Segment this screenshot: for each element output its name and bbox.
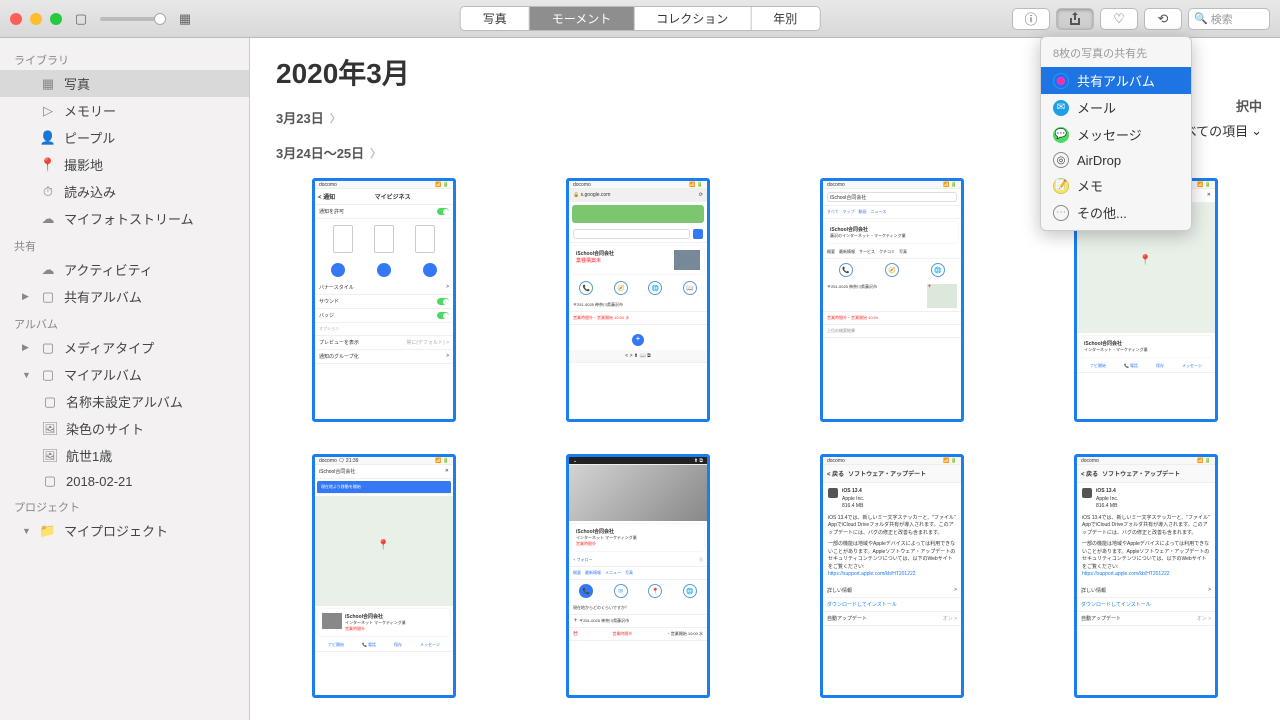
seg-years[interactable]: 年別: [751, 7, 819, 30]
cloud-icon: ☁: [40, 262, 56, 278]
share-item-mail[interactable]: ✉メール: [1041, 94, 1191, 121]
search-input[interactable]: 🔍 検索: [1188, 8, 1270, 30]
window-controls: [10, 13, 62, 25]
sidebar-item-mediatypes[interactable]: ▶▢メディアタイプ: [0, 334, 249, 361]
search-placeholder: 検索: [1211, 11, 1233, 27]
photo-thumbnail[interactable]: docomo📶 🔋 < 戻るソフトウェア・アップデート iOS 13.4Appl…: [820, 454, 964, 698]
shared-album-icon: [1053, 73, 1069, 89]
photo-thumbnail[interactable]: docomo📶 🔋 < 通知マイビジネス 通知を許可 バナースタイル> サウンド…: [312, 178, 456, 422]
notes-icon: 📝: [1053, 178, 1069, 194]
photo-thumbnail[interactable]: docomo 🗨 21:39📶 🔋 iSchool合同会社✕ 現在地より移動を開…: [312, 454, 456, 698]
photo-thumbnail[interactable]: docomo📶 🔋 🔒 s.google.com⟳ iSchool合同会社業種構…: [566, 178, 710, 422]
chevron-right-icon: 〉: [370, 145, 381, 161]
sidebar-item-memories[interactable]: ▷メモリー: [0, 97, 249, 124]
sidebar-header-library: ライブラリ: [0, 46, 249, 70]
share-button[interactable]: [1056, 8, 1094, 30]
sidebar-item-kosei[interactable]: 🖼航世1歳: [0, 442, 249, 469]
mail-icon: ✉: [1053, 100, 1069, 116]
sidebar-item-untitled-album[interactable]: ▢名称未設定アルバム: [0, 388, 249, 415]
import-icon: ⏱: [40, 184, 56, 200]
sidebar: ライブラリ ▦写真 ▷メモリー 👤ピープル 📍撮影地 ⏱読み込み ☁マイフォトス…: [0, 38, 250, 720]
popover-title: 8枚の写真の共有先: [1041, 37, 1191, 67]
sidebar-item-import[interactable]: ⏱読み込み: [0, 178, 249, 205]
sidebar-item-activity[interactable]: ☁アクティビティ: [0, 256, 249, 283]
album-icon: ▢: [42, 473, 58, 489]
sidebar-item-people[interactable]: 👤ピープル: [0, 124, 249, 151]
share-item-notes[interactable]: 📝メモ: [1041, 172, 1191, 199]
zoom-grid-icon[interactable]: ▦: [174, 10, 196, 28]
thumb-icon: 🖼: [42, 448, 58, 464]
photo-thumbnail[interactable]: docomo📶 🔋 iSchool合同会社 すべて マップ 動画 ニュース iS…: [820, 178, 964, 422]
chevron-right-icon: 〉: [330, 110, 341, 126]
minimize-button[interactable]: [30, 13, 42, 25]
photo-thumbnail[interactable]: docomo📶 🔋 < 戻るソフトウェア・アップデート iOS 13.4Appl…: [1074, 454, 1218, 698]
close-button[interactable]: [10, 13, 22, 25]
sidebar-toggle-icon[interactable]: ▢: [70, 10, 92, 28]
share-item-airdrop[interactable]: ◎AirDrop: [1041, 148, 1191, 172]
photo-grid: docomo📶 🔋 < 通知マイビジネス 通知を許可 バナースタイル> サウンド…: [276, 170, 1254, 716]
disclosure-triangle-icon[interactable]: ▼: [22, 526, 32, 536]
album-icon: ▢: [40, 367, 56, 383]
sidebar-item-photostream[interactable]: ☁マイフォトストリーム: [0, 205, 249, 232]
sidebar-header-projects: プロジェクト: [0, 493, 249, 517]
album-icon: ▢: [40, 289, 56, 305]
folder-icon: 📁: [40, 523, 56, 539]
people-icon: 👤: [40, 130, 56, 146]
sidebar-header-shared: 共有: [0, 232, 249, 256]
sidebar-item-myprojects[interactable]: ▼📁マイプロジェクト: [0, 517, 249, 544]
photo-thumbnail[interactable]: ⌄⬆ ⧉ iSchool合同会社インターネット マーケティング業営業時間外 + …: [566, 454, 710, 698]
thumb-icon: 🖼: [42, 421, 58, 437]
sidebar-item-dye-site[interactable]: 🖼染色のサイト: [0, 415, 249, 442]
seg-photos[interactable]: 写真: [461, 7, 530, 30]
share-popover: 8枚の写真の共有先 共有アルバム ✉メール 💬メッセージ ◎AirDrop 📝メ…: [1040, 36, 1192, 231]
places-icon: 📍: [40, 157, 56, 173]
rotate-button[interactable]: ⟲: [1144, 8, 1182, 30]
sidebar-item-shared-albums[interactable]: ▶▢共有アルバム: [0, 283, 249, 310]
messages-icon: 💬: [1053, 127, 1069, 143]
sidebar-item-2018-02-21[interactable]: ▢2018-02-21: [0, 469, 249, 493]
fullscreen-button[interactable]: [50, 13, 62, 25]
sidebar-item-places[interactable]: 📍撮影地: [0, 151, 249, 178]
date-header-3[interactable]: 3月28日〉: [276, 716, 1254, 720]
share-item-messages[interactable]: 💬メッセージ: [1041, 121, 1191, 148]
view-segmented-control: 写真 モーメント コレクション 年別: [460, 6, 821, 31]
chevron-down-icon: ⌄: [1251, 123, 1262, 139]
album-icon: ▢: [42, 394, 58, 410]
disclosure-triangle-icon[interactable]: ▶: [22, 291, 32, 302]
cloud-icon: ☁: [40, 211, 56, 227]
seg-collections[interactable]: コレクション: [634, 7, 751, 30]
titlebar: ▢ ▦ 写真 モーメント コレクション 年別 ⓘ ♡ ⟲ 🔍 検索: [0, 0, 1280, 38]
more-icon: ⋯: [1053, 205, 1069, 221]
photos-icon: ▦: [40, 76, 56, 92]
search-icon: 🔍: [1194, 12, 1208, 25]
airdrop-icon: ◎: [1053, 152, 1069, 168]
share-item-other[interactable]: ⋯その他...: [1041, 199, 1191, 226]
memories-icon: ▷: [40, 103, 56, 119]
seg-moments[interactable]: モーメント: [530, 7, 635, 30]
disclosure-triangle-icon[interactable]: ▼: [22, 370, 32, 380]
disclosure-triangle-icon[interactable]: ▶: [22, 342, 32, 353]
sidebar-item-photos[interactable]: ▦写真: [0, 70, 249, 97]
sidebar-header-albums: アルバム: [0, 310, 249, 334]
info-button[interactable]: ⓘ: [1012, 8, 1050, 30]
favorite-button[interactable]: ♡: [1100, 8, 1138, 30]
album-icon: ▢: [40, 340, 56, 356]
sidebar-item-myalbums[interactable]: ▼▢マイアルバム: [0, 361, 249, 388]
zoom-slider[interactable]: [100, 17, 166, 21]
share-item-shared-album[interactable]: 共有アルバム: [1041, 67, 1191, 94]
